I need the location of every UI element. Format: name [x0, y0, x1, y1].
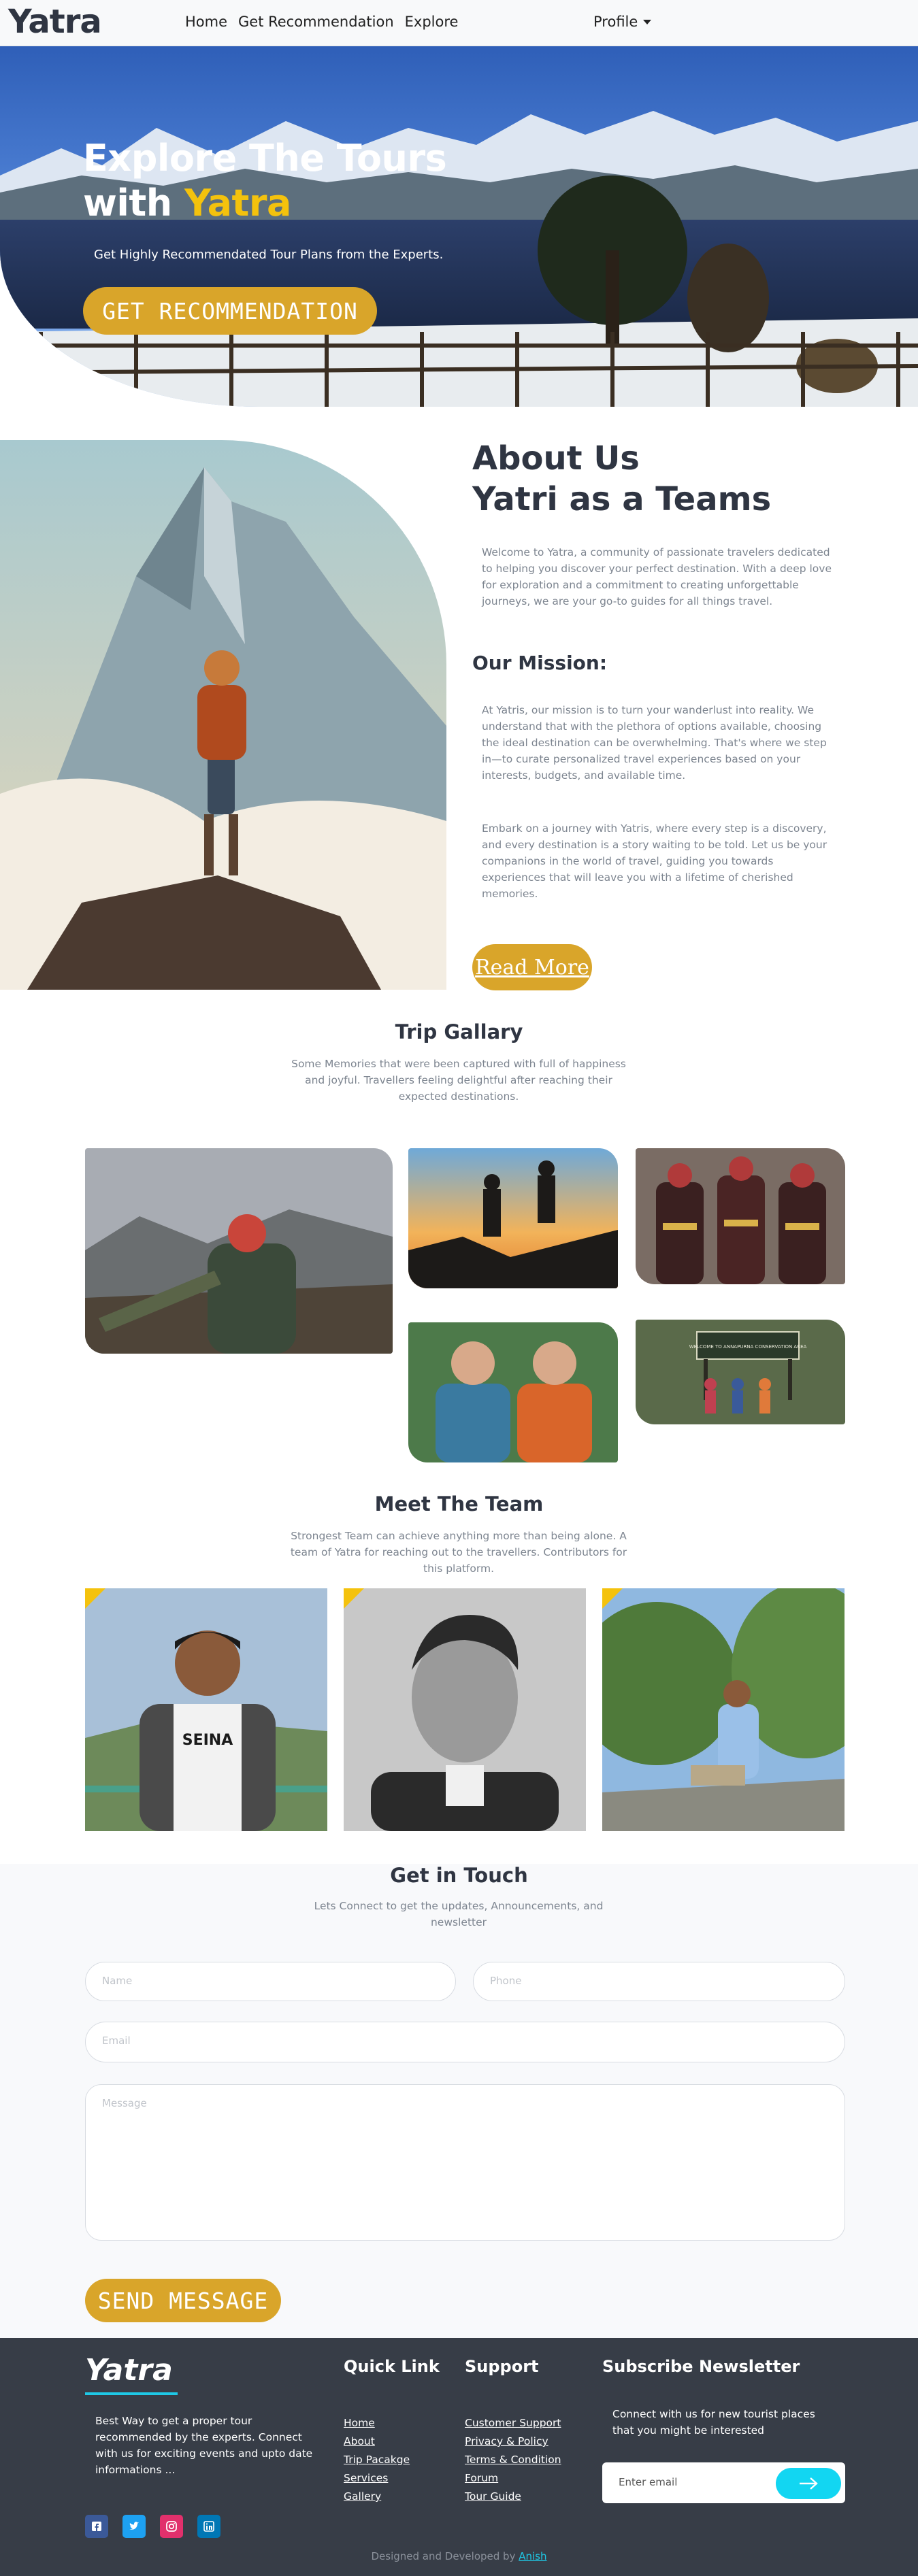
support-title: Support: [465, 2357, 539, 2376]
read-more-button[interactable]: Read More: [472, 944, 592, 990]
hero-title: Explore The Tours with Yatra: [83, 136, 447, 226]
hero-title-accent: Yatra: [184, 182, 291, 224]
newsletter-email-input[interactable]: Enter email: [619, 2476, 677, 2488]
gallery-image-annapurna-sign[interactable]: WELCOME TO ANNAPURNA CONSERVATION AREA: [636, 1320, 845, 1424]
nav-link-home[interactable]: Home: [185, 14, 227, 30]
footer-link-trip-package[interactable]: Trip Pacakge: [344, 2454, 410, 2466]
phone-input[interactable]: Phone: [473, 1962, 845, 2001]
navbar: Yatra Home Get Recommendation Explore Pr…: [0, 0, 918, 46]
team-subtitle: Strongest Team can achieve anything more…: [290, 1530, 627, 1575]
nav-link-explore[interactable]: Explore: [405, 14, 459, 30]
gallery-image-hikers-sunset[interactable]: [408, 1148, 618, 1288]
mission-paragraph-1: At Yatris, our mission is to turn your w…: [482, 704, 827, 782]
nav-links: Home Get Recommendation Explore: [185, 14, 458, 30]
hero-title-with: with: [83, 182, 172, 224]
svg-text:SEINA: SEINA: [182, 1732, 233, 1749]
footer-description: Best Way to get a proper tour recommende…: [95, 2415, 313, 2476]
hero-subtitle: Get Highly Recommendated Tour Plans from…: [94, 248, 444, 262]
team-member-2[interactable]: [344, 1588, 586, 1831]
credit-prefix: Designed and Developed by: [371, 2550, 516, 2562]
footer-link-gallery[interactable]: Gallery: [344, 2490, 381, 2503]
footer-link-terms[interactable]: Terms & Condition: [465, 2454, 561, 2466]
mission-title: Our Mission:: [472, 652, 608, 674]
about-title-line1: About Us: [472, 439, 640, 478]
svg-text:WELCOME TO ANNAPURNA CONSERVAT: WELCOME TO ANNAPURNA CONSERVATION AREA: [689, 1344, 807, 1350]
quick-link-title: Quick Link: [344, 2357, 440, 2376]
get-recommendation-button[interactable]: GET RECOMMENDATION: [83, 287, 377, 335]
profile-label: Profile: [593, 14, 638, 30]
credit-author-link[interactable]: Anish: [519, 2550, 546, 2562]
name-input[interactable]: Name: [85, 1962, 456, 2001]
footer-link-about[interactable]: About: [344, 2435, 375, 2447]
team-member-3[interactable]: [602, 1588, 845, 1831]
team-member-1[interactable]: SEINA: [85, 1588, 327, 1831]
hero-title-line1: Explore The Tours: [83, 137, 447, 180]
newsletter-submit-button[interactable]: [776, 2468, 841, 2499]
footer-credit: Designed and Developed by Anish: [0, 2550, 918, 2562]
footer: Yatra Best Way to get a proper tour reco…: [0, 2338, 918, 2576]
corner-accent: [85, 1588, 105, 1609]
footer-link-services[interactable]: Services: [344, 2472, 388, 2484]
gallery-title: Trip Gallary: [395, 1020, 523, 1043]
gallery-image-hiker-mountain[interactable]: [85, 1148, 393, 1354]
send-message-button[interactable]: SEND MESSAGE: [85, 2279, 281, 2322]
team-title: Meet The Team: [374, 1492, 544, 1516]
linkedin-icon[interactable]: [197, 2515, 220, 2538]
footer-brand[interactable]: Yatra: [85, 2353, 173, 2388]
instagram-icon[interactable]: [160, 2515, 183, 2538]
arrow-right-icon: [800, 2477, 818, 2490]
gallery-image-elderly-hikers[interactable]: [408, 1322, 618, 1462]
footer-link-home[interactable]: Home: [344, 2417, 375, 2429]
about-title: About Us Yatri as a Teams: [472, 438, 771, 520]
footer-link-customer-support[interactable]: Customer Support: [465, 2417, 561, 2429]
facebook-icon[interactable]: [85, 2515, 108, 2538]
newsletter-text: Connect with us for new tourist places t…: [612, 2408, 815, 2437]
chevron-down-icon: [643, 19, 652, 24]
about-intro: Welcome to Yatra, a community of passion…: [482, 546, 832, 607]
footer-link-tour-guide[interactable]: Tour Guide: [465, 2490, 521, 2503]
profile-dropdown[interactable]: Profile: [593, 14, 652, 30]
email-input[interactable]: Email: [85, 2022, 845, 2062]
footer-link-forum[interactable]: Forum: [465, 2472, 498, 2484]
hero-section: Explore The Tours with Yatra Get Highly …: [0, 46, 918, 407]
brand-logo[interactable]: Yatra: [8, 3, 102, 41]
about-title-line2: Yatri as a Teams: [472, 480, 772, 518]
corner-accent: [344, 1588, 364, 1609]
corner-accent: [602, 1588, 623, 1609]
about-image: [0, 440, 446, 990]
message-textarea[interactable]: Message: [85, 2084, 845, 2241]
contact-subtitle: Lets Connect to get the updates, Announc…: [314, 1900, 604, 1928]
gallery-image-cultural-group[interactable]: [636, 1148, 845, 1284]
mission-paragraph-2: Embark on a journey with Yatris, where e…: [482, 822, 827, 900]
nav-link-get-recommendation[interactable]: Get Recommendation: [238, 14, 394, 30]
hero-background-image: [0, 46, 918, 407]
newsletter-form: Enter email: [602, 2462, 845, 2503]
contact-title: Get in Touch: [390, 1864, 528, 1887]
footer-link-privacy-policy[interactable]: Privacy & Policy: [465, 2435, 548, 2447]
gallery-subtitle: Some Memories that were been captured wi…: [291, 1058, 626, 1103]
footer-brand-underline: [85, 2392, 178, 2395]
twitter-icon[interactable]: [122, 2515, 146, 2538]
newsletter-title: Subscribe Newsletter: [602, 2357, 800, 2376]
